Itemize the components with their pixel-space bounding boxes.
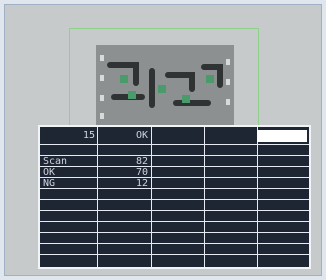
header-count: 15 <box>82 130 95 141</box>
highlighted-cell <box>257 130 307 142</box>
stat-label-scan: Scan <box>43 156 68 167</box>
table-grid-lines <box>40 127 309 267</box>
stat-value-scan: 82 <box>135 156 148 167</box>
camera-view: 15 OK Scan 82 OK 70 NG 12 <box>4 4 322 276</box>
results-table: 15 OK Scan 82 OK 70 NG 12 <box>38 125 311 269</box>
stat-label-ng: NG <box>43 178 56 189</box>
header-status: OK <box>135 130 148 141</box>
stat-value-ok: 70 <box>135 167 148 178</box>
stat-label-ok: OK <box>43 167 56 178</box>
part-pattern <box>96 45 234 127</box>
stat-value-ng: 12 <box>135 178 148 189</box>
inspected-part-image <box>96 45 234 127</box>
